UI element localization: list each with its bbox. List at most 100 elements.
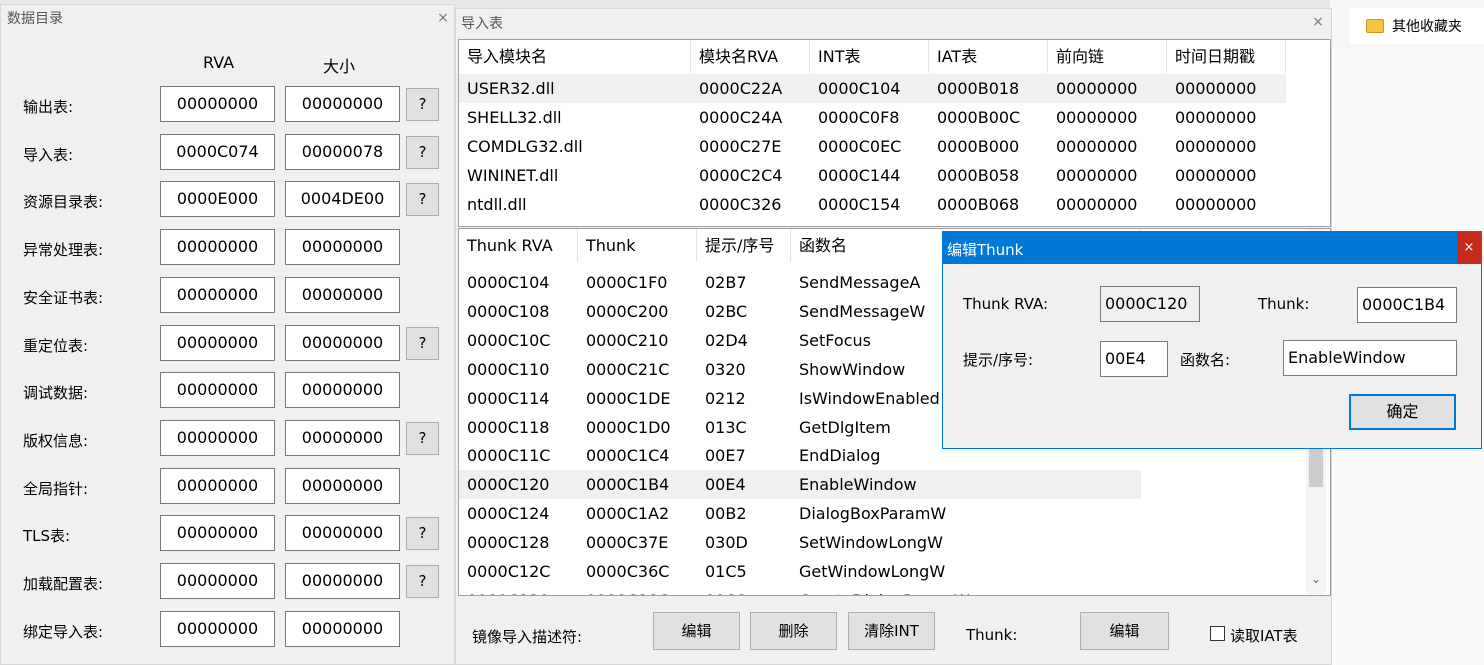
thunk-cell: 0000C1DE — [586, 388, 671, 408]
thunk-column-header[interactable]: Thunk RVA — [459, 229, 578, 262]
directory-rva-field[interactable]: 00000000 — [160, 372, 275, 409]
read-iat-label: 读取IAT表 — [1230, 627, 1298, 645]
directory-size-field[interactable]: 00000000 — [285, 86, 400, 122]
thunk-cell: 0000C114 — [467, 388, 550, 408]
directory-help-button[interactable]: ? — [406, 517, 439, 551]
thunk-row[interactable]: 0000C124 0000C1A2 00B2 DialogBoxParamW — [459, 499, 1141, 528]
hint-ordinal-field[interactable]: 00E4 — [1100, 341, 1168, 377]
thunk-cell: 0000C1C4 — [586, 446, 670, 466]
directory-rva-field[interactable]: 00000000 — [160, 515, 275, 552]
thunk-cell: 0066 — [697, 586, 791, 595]
directory-size-field[interactable]: 00000000 — [285, 515, 400, 552]
thunk-cell: 0000C210 — [586, 330, 669, 350]
thunk-cell: 0212 — [705, 388, 746, 408]
module-list[interactable]: 导入模块名 模块名RVA INT表 IAT表 前向链 时间日期戳 USER32.dll 00… — [458, 39, 1331, 227]
scroll-thumb[interactable] — [1309, 449, 1323, 487]
directory-row: 绑定导入表: 00000000 00000000 — [1, 610, 456, 651]
directory-rva-field[interactable]: 00000000 — [160, 86, 275, 122]
edit-thunk-title: 编辑Thunk — [947, 241, 1024, 259]
import-table-close-button[interactable]: × — [1306, 11, 1330, 33]
module-row[interactable]: ntdll.dll 0000C326 0000C154 0000B068 0000000… — [459, 190, 1286, 219]
thunk-rva-field: 0000C120 — [1100, 286, 1200, 322]
module-column-header[interactable]: 模块名RVA — [691, 40, 810, 73]
directory-help-button[interactable]: ? — [406, 135, 439, 169]
directory-size-field[interactable]: 00000000 — [285, 467, 400, 504]
directory-size-field[interactable]: 00000078 — [285, 133, 400, 170]
thunk-label: Thunk: — [1258, 295, 1310, 313]
data-directory-close-button[interactable]: × — [431, 7, 455, 29]
data-directory-title: 数据目录 — [7, 11, 63, 27]
module-cell: 00000000 — [1056, 79, 1138, 98]
directory-rva-field[interactable]: 00000000 — [160, 467, 275, 504]
directory-size-field[interactable]: 00000000 — [285, 372, 400, 409]
directory-rva-field[interactable]: 00000000 — [160, 324, 275, 361]
bookmark-label: 其他收藏夹 — [1392, 19, 1462, 35]
edit-thunk-close-button[interactable]: × — [1457, 232, 1481, 264]
column-header-rva: RVA — [203, 53, 235, 72]
module-row[interactable]: USER32.dll 0000C22A 0000C104 0000B018 000000… — [459, 74, 1286, 103]
directory-row: 输出表: 00000000 00000000? — [1, 86, 456, 126]
directory-size-field[interactable]: 00000000 — [285, 324, 400, 361]
directory-help-button[interactable]: ? — [406, 421, 439, 455]
module-column-header[interactable]: 导入模块名 — [459, 40, 691, 73]
directory-rva-field[interactable]: 0000E000 — [160, 181, 275, 218]
read-iat-checkbox[interactable] — [1210, 626, 1225, 641]
thunk-row[interactable]: 0000C1300000C18C0066CreateDialogParamW — [459, 586, 1141, 595]
thunk-cell: 0000C200 — [586, 301, 669, 321]
directory-rva-field[interactable]: 00000000 — [160, 419, 275, 456]
thunk-cell: 02B7 — [705, 273, 747, 292]
module-row[interactable]: SHELL32.dll 0000C24A 0000C0F8 0000B00C 00000… — [459, 103, 1286, 132]
thunk-cell: 0000C118 — [467, 417, 550, 437]
clear-int-button[interactable]: 清除INT — [848, 612, 935, 650]
module-column-header[interactable]: 时间日期戳 — [1167, 40, 1286, 73]
thunk-row[interactable]: 0000C12C 0000C36C 01C5 GetWindowLongW — [459, 557, 1141, 586]
module-cell: 0000B018 — [937, 79, 1020, 98]
directory-label: 异常处理表: — [23, 241, 104, 260]
module-cell: 00000000 — [1175, 195, 1257, 214]
module-column-header[interactable]: 前向链 — [1048, 40, 1167, 73]
directory-size-field[interactable]: 00000000 — [285, 229, 400, 266]
directory-size-field[interactable]: 00000000 — [285, 276, 400, 313]
directory-help-button[interactable]: ? — [406, 326, 439, 360]
thunk-column-header[interactable]: 提示/序号 — [697, 229, 791, 262]
directory-rva-field[interactable]: 00000000 — [160, 563, 275, 599]
thunk-value-field[interactable]: 0000C1B4 — [1357, 287, 1457, 323]
thunk-column-header[interactable]: Thunk — [578, 229, 697, 262]
directory-help-button[interactable]: ? — [406, 183, 439, 217]
thunk-cell: 0000C108 — [467, 301, 550, 321]
thunk-cell: 0000C10C — [467, 330, 551, 350]
directory-rva-field[interactable]: 00000000 — [160, 610, 275, 647]
thunk-edit-button[interactable]: 编辑 — [1080, 612, 1169, 650]
thunk-cell: DialogBoxParamW — [799, 504, 947, 524]
scroll-down-icon[interactable]: ⌄ — [1306, 569, 1326, 589]
module-cell: 0000C144 — [818, 166, 901, 185]
edit-thunk-titlebar: 编辑Thunk × — [943, 232, 1481, 264]
thunk-row[interactable]: 0000C128 0000C37E 030D SetWindowLongW — [459, 528, 1141, 557]
directory-rva-field[interactable]: 00000000 — [160, 276, 275, 313]
descriptor-edit-button[interactable]: 编辑 — [653, 612, 740, 650]
thunk-cell: 0000C1F0 — [586, 273, 668, 292]
module-row[interactable]: WININET.dll 0000C2C4 0000C144 0000B058 00000… — [459, 161, 1286, 190]
ok-button[interactable]: 确定 — [1349, 394, 1456, 430]
directory-label: 版权信息: — [23, 431, 89, 450]
directory-size-field[interactable]: 0004DE00 — [285, 181, 400, 218]
directory-size-field[interactable]: 00000000 — [285, 610, 400, 647]
directory-size-field[interactable]: 00000000 — [285, 563, 400, 599]
directory-row: 导入表: 0000C074 00000078? — [1, 133, 456, 174]
directory-rva-field[interactable]: 00000000 — [160, 229, 275, 266]
directory-size-field[interactable]: 00000000 — [285, 419, 400, 456]
thunk-row[interactable]: 0000C120 0000C1B4 00E4 EnableWindow — [459, 470, 1141, 500]
descriptor-delete-button[interactable]: 删除 — [750, 612, 837, 650]
module-list-header: 导入模块名 模块名RVA INT表 IAT表 前向链 时间日期戳 — [459, 40, 1286, 73]
bookmark-other-favorites[interactable]: 其他收藏夹 — [1350, 8, 1484, 44]
module-cell: USER32.dll — [467, 79, 555, 98]
directory-help-button[interactable]: ? — [406, 88, 439, 121]
directory-rva-field[interactable]: 0000C074 — [160, 133, 275, 170]
module-column-header[interactable]: INT表 — [810, 40, 929, 73]
thunk-cell: 030D — [705, 533, 748, 553]
function-name-field[interactable]: EnableWindow — [1283, 340, 1457, 376]
directory-help-button[interactable]: ? — [406, 565, 439, 598]
module-row[interactable]: COMDLG32.dll 0000C27E 0000C0EC 0000B000 0000… — [459, 132, 1286, 161]
module-column-header[interactable]: IAT表 — [929, 40, 1048, 73]
directory-label: 安全证书表: — [23, 288, 104, 307]
